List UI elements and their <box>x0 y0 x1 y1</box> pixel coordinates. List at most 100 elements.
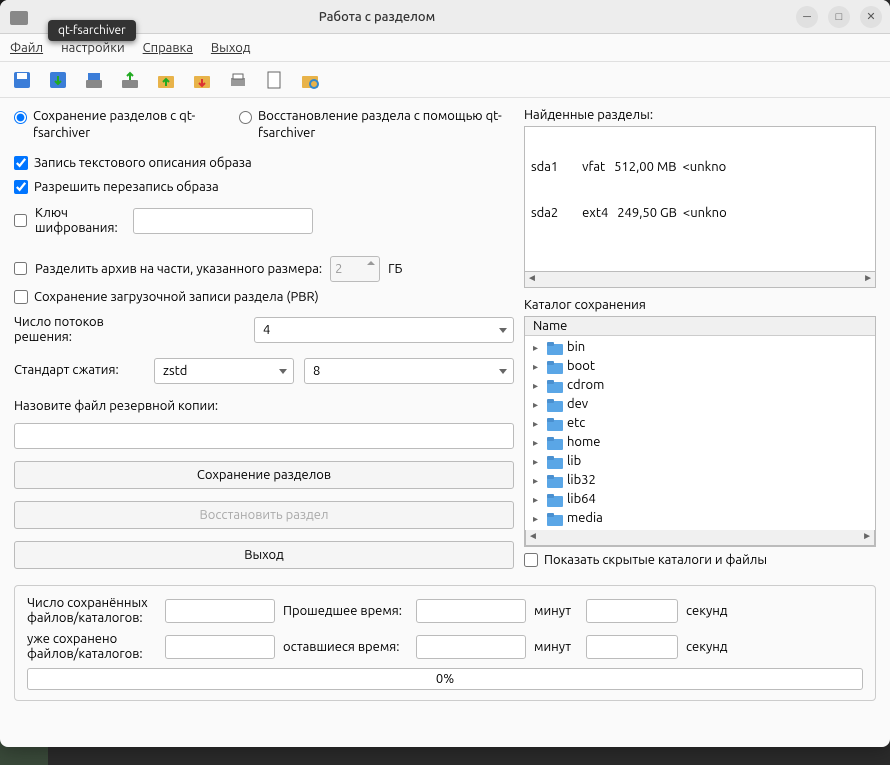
check-show-hidden[interactable]: Показать скрытые каталоги и файлы <box>524 553 876 567</box>
check-text-description-label: Запись текстового описания образа <box>34 156 252 170</box>
tree-item-label: home <box>567 433 600 452</box>
saved-count-input <box>165 599 275 623</box>
check-encryption[interactable] <box>14 214 27 227</box>
expand-arrow-icon[interactable]: ▸ <box>533 490 543 509</box>
tree-item[interactable]: ▸ media <box>529 509 871 528</box>
partitions-hscroll[interactable] <box>524 272 876 288</box>
encryption-key-input[interactable] <box>133 208 313 234</box>
check-overwrite[interactable]: Разрешить перезапись образа <box>14 180 514 194</box>
tree-item-label: media <box>567 509 603 528</box>
expand-arrow-icon[interactable]: ▸ <box>533 414 543 433</box>
toolbar-print-icon[interactable] <box>226 68 250 92</box>
toolbar-drive-save-icon[interactable] <box>82 68 106 92</box>
backup-name-label: Назовите файл резервной копии: <box>14 399 514 413</box>
maximize-button[interactable]: □ <box>828 6 850 28</box>
check-show-hidden-input[interactable] <box>524 553 538 567</box>
expand-arrow-icon[interactable]: ▸ <box>533 471 543 490</box>
toolbar-save-icon[interactable] <box>10 68 34 92</box>
folder-icon <box>547 455 563 469</box>
folder-icon <box>547 360 563 374</box>
check-overwrite-input[interactable] <box>14 180 28 194</box>
radio-restore-input[interactable] <box>239 111 252 124</box>
remaining-label: оставшиеся время: <box>283 640 408 654</box>
tree-item[interactable]: ▸ lib32 <box>529 471 871 490</box>
close-button[interactable]: ✕ <box>860 6 882 28</box>
folder-icon <box>547 493 563 507</box>
catalog-header[interactable]: Name <box>525 317 875 336</box>
split-label: Разделить архив на части, указанного раз… <box>35 262 322 276</box>
compress-method-combo[interactable]: zstd <box>154 358 294 384</box>
folder-icon <box>547 398 563 412</box>
check-pbr-input[interactable] <box>14 290 28 304</box>
split-size-spinner[interactable]: 2 <box>330 256 380 282</box>
radio-save-partition[interactable]: Сохранение разделов с qt-fsarchiver <box>14 108 219 142</box>
folder-icon <box>547 341 563 355</box>
save-partition-button[interactable]: Сохранение разделов <box>14 461 514 489</box>
catalog-body[interactable]: ▸bin▸boot▸cdrom▸dev▸etc▸home▸lib▸lib32▸l… <box>525 336 875 530</box>
radio-restore-partition[interactable]: Восстановление раздела с помощью qt-fsar… <box>239 108 514 142</box>
radio-restore-label: Восстановление раздела с помощью qt-fsar… <box>258 108 514 142</box>
minutes-label-2: минут <box>534 640 578 654</box>
tree-item-label: lib64 <box>567 490 596 509</box>
tree-item[interactable]: ▸ lib64 <box>529 490 871 509</box>
compress-level-combo[interactable]: 8 <box>304 358 514 384</box>
menu-settings[interactable]: настройки <box>61 41 125 55</box>
folder-icon <box>547 436 563 450</box>
radio-save-input[interactable] <box>14 111 27 124</box>
check-text-description-input[interactable] <box>14 156 28 170</box>
encryption-label: Ключ шифрования: <box>35 206 125 236</box>
folder-icon <box>547 512 563 526</box>
tree-item[interactable]: ▸bin <box>529 338 871 357</box>
catalog-hscroll[interactable] <box>525 530 875 546</box>
toolbar-save-arrow-icon[interactable] <box>46 68 70 92</box>
tree-item[interactable]: ▸ lib <box>529 452 871 471</box>
toolbar <box>0 62 890 98</box>
tree-item-label: lib <box>567 452 581 471</box>
progress-bar: 0% <box>27 668 863 690</box>
partition-row[interactable]: sda2 ext4 249,50 GB <unkno <box>527 205 873 221</box>
exit-button[interactable]: Выход <box>14 541 514 569</box>
minutes-label: минут <box>534 604 578 618</box>
check-pbr[interactable]: Сохранение загрузочной записи раздела (P… <box>14 290 514 304</box>
expand-arrow-icon[interactable]: ▸ <box>533 395 543 414</box>
split-unit: ГБ <box>388 262 402 276</box>
stats-panel: Число сохранённых файлов/каталогов: Прош… <box>14 585 876 701</box>
check-show-hidden-label: Показать скрытые каталоги и файлы <box>544 553 767 567</box>
threads-label: Число потоков решения: <box>14 315 144 346</box>
toolbar-document-icon[interactable] <box>262 68 286 92</box>
remaining-seconds-input <box>586 635 678 659</box>
elapsed-seconds-input <box>586 599 678 623</box>
partition-row[interactable]: sda1 vfat 512,00 MB <unkno <box>527 159 873 175</box>
toolbar-drive-restore-icon[interactable] <box>118 68 142 92</box>
expand-arrow-icon[interactable]: ▸ <box>533 357 543 376</box>
menu-help[interactable]: Справка <box>143 41 193 55</box>
expand-arrow-icon[interactable]: ▸ <box>533 376 543 395</box>
toolbar-folder-up-icon[interactable] <box>154 68 178 92</box>
toolbar-folder-down-icon[interactable] <box>190 68 214 92</box>
check-split-archive[interactable] <box>14 262 27 275</box>
partitions-list[interactable]: sda1 vfat 512,00 MB <unkno sda2 ext4 249… <box>524 126 876 272</box>
remaining-minutes-input <box>416 635 526 659</box>
expand-arrow-icon[interactable]: ▸ <box>533 509 543 528</box>
check-text-description[interactable]: Запись текстового описания образа <box>14 156 514 170</box>
tree-item[interactable]: ▸ boot <box>529 357 871 376</box>
minimize-button[interactable]: ─ <box>796 6 818 28</box>
tree-item[interactable]: ▸etc <box>529 414 871 433</box>
already-saved-input <box>165 635 275 659</box>
toolbar-folder-refresh-icon[interactable] <box>298 68 322 92</box>
expand-arrow-icon[interactable]: ▸ <box>533 452 543 471</box>
folder-icon <box>547 417 563 431</box>
saved-count-label: Число сохранённых файлов/каталогов: <box>27 596 157 626</box>
folder-icon <box>547 474 563 488</box>
tree-item-label: lib32 <box>567 471 596 490</box>
expand-arrow-icon[interactable]: ▸ <box>533 338 543 357</box>
tree-item[interactable]: ▸ home <box>529 433 871 452</box>
menu-file[interactable]: Файл <box>10 41 43 55</box>
menu-exit[interactable]: Выход <box>211 41 251 55</box>
threads-combo[interactable]: 4 <box>254 317 514 343</box>
tree-item[interactable]: ▸dev <box>529 395 871 414</box>
tree-item-label: boot <box>567 357 595 376</box>
tree-item[interactable]: ▸cdrom <box>529 376 871 395</box>
expand-arrow-icon[interactable]: ▸ <box>533 433 543 452</box>
backup-name-input[interactable] <box>14 423 514 449</box>
